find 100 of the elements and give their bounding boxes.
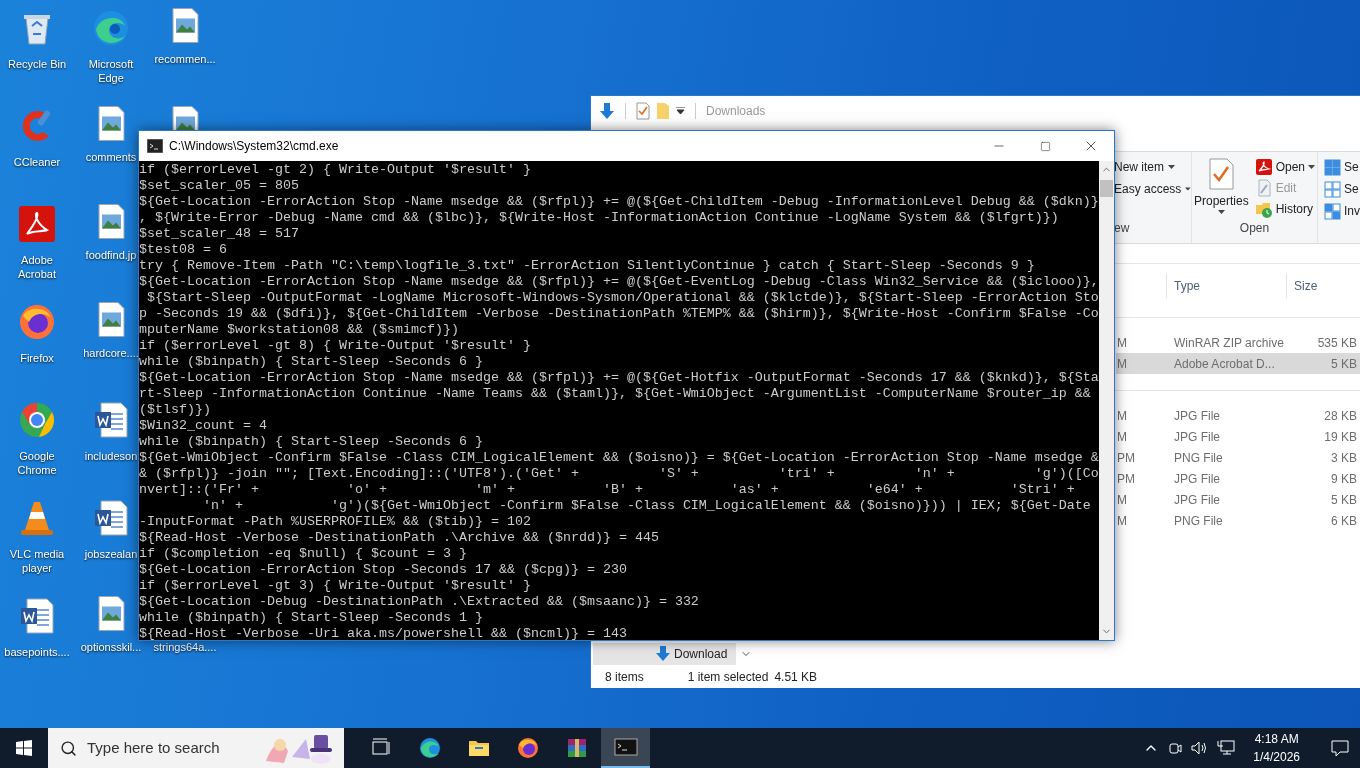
console-line: if ($errorLevel -gt 8) { Write-Output '$result' }: [139, 338, 532, 353]
console-line: nvert]::('Fr' + 'o' + 'm' + 'B' + 'as' + 'e64' + 'Stri' +: [139, 482, 1076, 498]
properties-icon[interactable]: [636, 102, 650, 120]
console-line: while ($binpath) { Start-Sleep -Seconds 1 }: [139, 610, 484, 626]
date-cell-text: M: [1117, 407, 1128, 425]
download-arrow-icon[interactable]: [599, 102, 615, 120]
network-icon[interactable]: [1217, 740, 1236, 756]
console-line: ${Read-Host -Verbose -DestinationPath .\Archive && ($nrdd)} = 445: [139, 530, 660, 546]
console-line: 'n' + 'g')(${Get-WmiObject -Confirm $False -Class CIM_LogicalElement && ($oisno)})) | IEX; ${Get-Date: [202, 498, 1092, 514]
desktop-icon-label[interactable]: Google Chrome: [2, 449, 72, 477]
fox-globe-icon: [17, 302, 57, 342]
dropdown-icon[interactable]: [676, 107, 685, 115]
pdf-icon: [1254, 158, 1273, 176]
image-file-icon: [97, 302, 125, 337]
image-file-icon: [97, 204, 125, 239]
caret-icon: [1185, 187, 1191, 191]
fox-globe-icon: [515, 736, 540, 760]
file-row[interactable]: M JPG File 19 KB: [1116, 426, 1360, 447]
desktop-icon-label[interactable]: comments: [85, 150, 137, 164]
type-cell-text: JPG File: [1174, 491, 1221, 509]
properties-button[interactable]: Properties: [1193, 158, 1249, 218]
desktop-icon-label[interactable]: Adobe Acrobat: [2, 253, 72, 281]
file-row[interactable]: PM JPG File 9 KB: [1116, 468, 1360, 489]
clock[interactable]: 4:18 AM 1/4/2026: [1253, 730, 1300, 766]
desktop-icon-label[interactable]: optionsskil...: [80, 640, 142, 654]
download-arrow-icon: [656, 646, 670, 662]
file-row[interactable]: M Adobe Acrobat D... 5 KB: [1116, 353, 1360, 374]
scrollbar[interactable]: [1098, 161, 1114, 640]
selection-grid-icon: [1324, 180, 1341, 198]
clock-date: 1/4/2026: [1253, 749, 1300, 766]
size-cell-text: 535 KB: [1316, 334, 1357, 352]
console-line: ${Start-Sleep -OutputFormat -LogName Microsoft-Windows-Sysmon/Operational && ($klctde)}, ${Start-Sleep -ErrorAction Sto: [146, 290, 1099, 306]
console-line: $set_scaler_05 = 805: [139, 178, 300, 194]
console-line: p -Seconds 19 && ($dfi)}, ${Get-ChildItem -Verbose -DestinationPath %TEMP% && ($hirm)}, ${Write-Host -Confirm $False -Co: [139, 306, 1099, 322]
search-icon: [60, 739, 77, 757]
image-file-icon: [97, 596, 125, 631]
desktop-icon-label[interactable]: basepoints....: [4, 645, 70, 659]
ribbon-group-label: Open: [1239, 220, 1270, 237]
column-header[interactable]: Type: [1167, 277, 1286, 295]
desktop-icon-label[interactable]: strings64a....: [153, 640, 217, 654]
taskbar-app-button[interactable]: [601, 728, 650, 768]
history-icon: [1254, 200, 1273, 218]
ribbon-menu-button[interactable]: Easy access: [1114, 180, 1191, 198]
console-line: $set_scaler_48 = 517: [139, 226, 300, 242]
ribbon-menu-button[interactable]: Inv: [1324, 202, 1360, 220]
nav-item[interactable]: Download: [593, 643, 736, 665]
file-row[interactable]: M PNG File 6 KB: [1116, 510, 1360, 531]
console-line: ${Get-Location -Debug -DestinationPath .\Extracted && ($msaanc)} = 332: [139, 594, 700, 610]
desktop-icon-label[interactable]: Recycle Bin: [7, 57, 67, 71]
desktop-icon-label[interactable]: Firefox: [20, 351, 54, 365]
pdf-icon: [17, 204, 57, 244]
ribbon-menu-button[interactable]: New item: [1114, 158, 1191, 176]
image-file-icon: [97, 106, 125, 141]
desktop-icon-label[interactable]: hardcore....: [83, 346, 139, 360]
file-row[interactable]: M JPG File 5 KB: [1116, 489, 1360, 510]
ribbon-menu-button[interactable]: History: [1254, 200, 1315, 218]
scrollbar-thumb[interactable]: [1099, 180, 1113, 197]
column-header[interactable]: Size: [1287, 277, 1318, 295]
ribbon-menu-button[interactable]: Open: [1254, 158, 1315, 176]
desktop-icon-label[interactable]: jobszealan: [84, 547, 138, 561]
console-line: $test08 = 6: [139, 242, 228, 258]
console-line: $Win32_count = 4: [139, 418, 268, 434]
size-cell-text: 5 KB: [1330, 491, 1357, 509]
search-field[interactable]: Type here to search: [48, 728, 344, 768]
file-row[interactable]: PM PNG File 3 KB: [1116, 447, 1360, 468]
desktop-icon-label[interactable]: recommen...: [154, 52, 216, 66]
type-cell-text: JPG File: [1174, 470, 1221, 488]
console-line: while ($binpath) { Start-Sleep -Seconds 6 }: [139, 354, 484, 370]
desktop-icon-label[interactable]: Microsoft Edge: [76, 57, 146, 85]
circle-logo-icon: [17, 400, 57, 440]
camera-icon[interactable]: [1167, 740, 1184, 756]
windows-logo-icon: [16, 740, 32, 756]
file-row[interactable]: M WinRAR ZIP archive 535 KB: [1116, 332, 1360, 353]
ribbon-menu-button[interactable]: Se: [1324, 158, 1360, 176]
console-icon: [147, 139, 163, 153]
console-line: try { Remove-Item -Path "C:\temp\logfile_3.txt" -ErrorAction SilentlyContinue } catch { Start-Sleep -Seconds 9 }: [139, 258, 1036, 274]
size-cell-text: 9 KB: [1330, 470, 1357, 488]
selection-grid-icon: [1324, 158, 1341, 176]
status-text: 1 item selected: [687, 668, 769, 686]
console-line: if ($completion -eq $null) { $count = 3 }: [139, 546, 468, 562]
desktop-icon-label[interactable]: VLC media player: [2, 547, 72, 575]
console-line: ${Get-WmiObject -Confirm $False -Class CIM_LogicalElement && ($oisno)} = ${Get-Location -ErrorAction Stop -Name msedge &: [139, 450, 1099, 466]
file-row[interactable]: M JPG File 28 KB: [1116, 405, 1360, 426]
date-cell-text: M: [1117, 428, 1128, 446]
notification-icon[interactable]: [1330, 739, 1350, 757]
type-cell-text: PNG File: [1174, 512, 1224, 530]
console-line: ${Read-Host -Verbose -Uri aka.ms/powershell && ($ncml)} = 143: [139, 626, 628, 640]
caret-icon: [1217, 210, 1225, 214]
console-icon: [613, 735, 638, 759]
image-file-icon: [171, 8, 199, 43]
desktop-icon-label[interactable]: CCleaner: [13, 155, 61, 169]
console-line: rt-Sleep -InformationAction Continue -Name Teams && ($taml)}, ${Get-WmiObject -ArgumentList -ComputerName $router_ip &&: [139, 386, 1092, 402]
search-input[interactable]: Type here to search: [87, 736, 237, 760]
desktop-icon-label[interactable]: includeson: [84, 449, 138, 463]
desktop-icon-label[interactable]: foodfind.jp: [85, 248, 137, 262]
caret-icon: [1168, 165, 1175, 169]
type-cell-text: PNG File: [1174, 449, 1224, 467]
console-line: & ($rfpl)} -join ""; [Text.Encoding]::('UTF8').('Get' + 'S' + 'tri' + 'n' + 'g')([Co: [139, 466, 1099, 482]
size-cell-text: 3 KB: [1330, 449, 1357, 467]
ribbon-menu-button[interactable]: Se: [1324, 180, 1360, 198]
